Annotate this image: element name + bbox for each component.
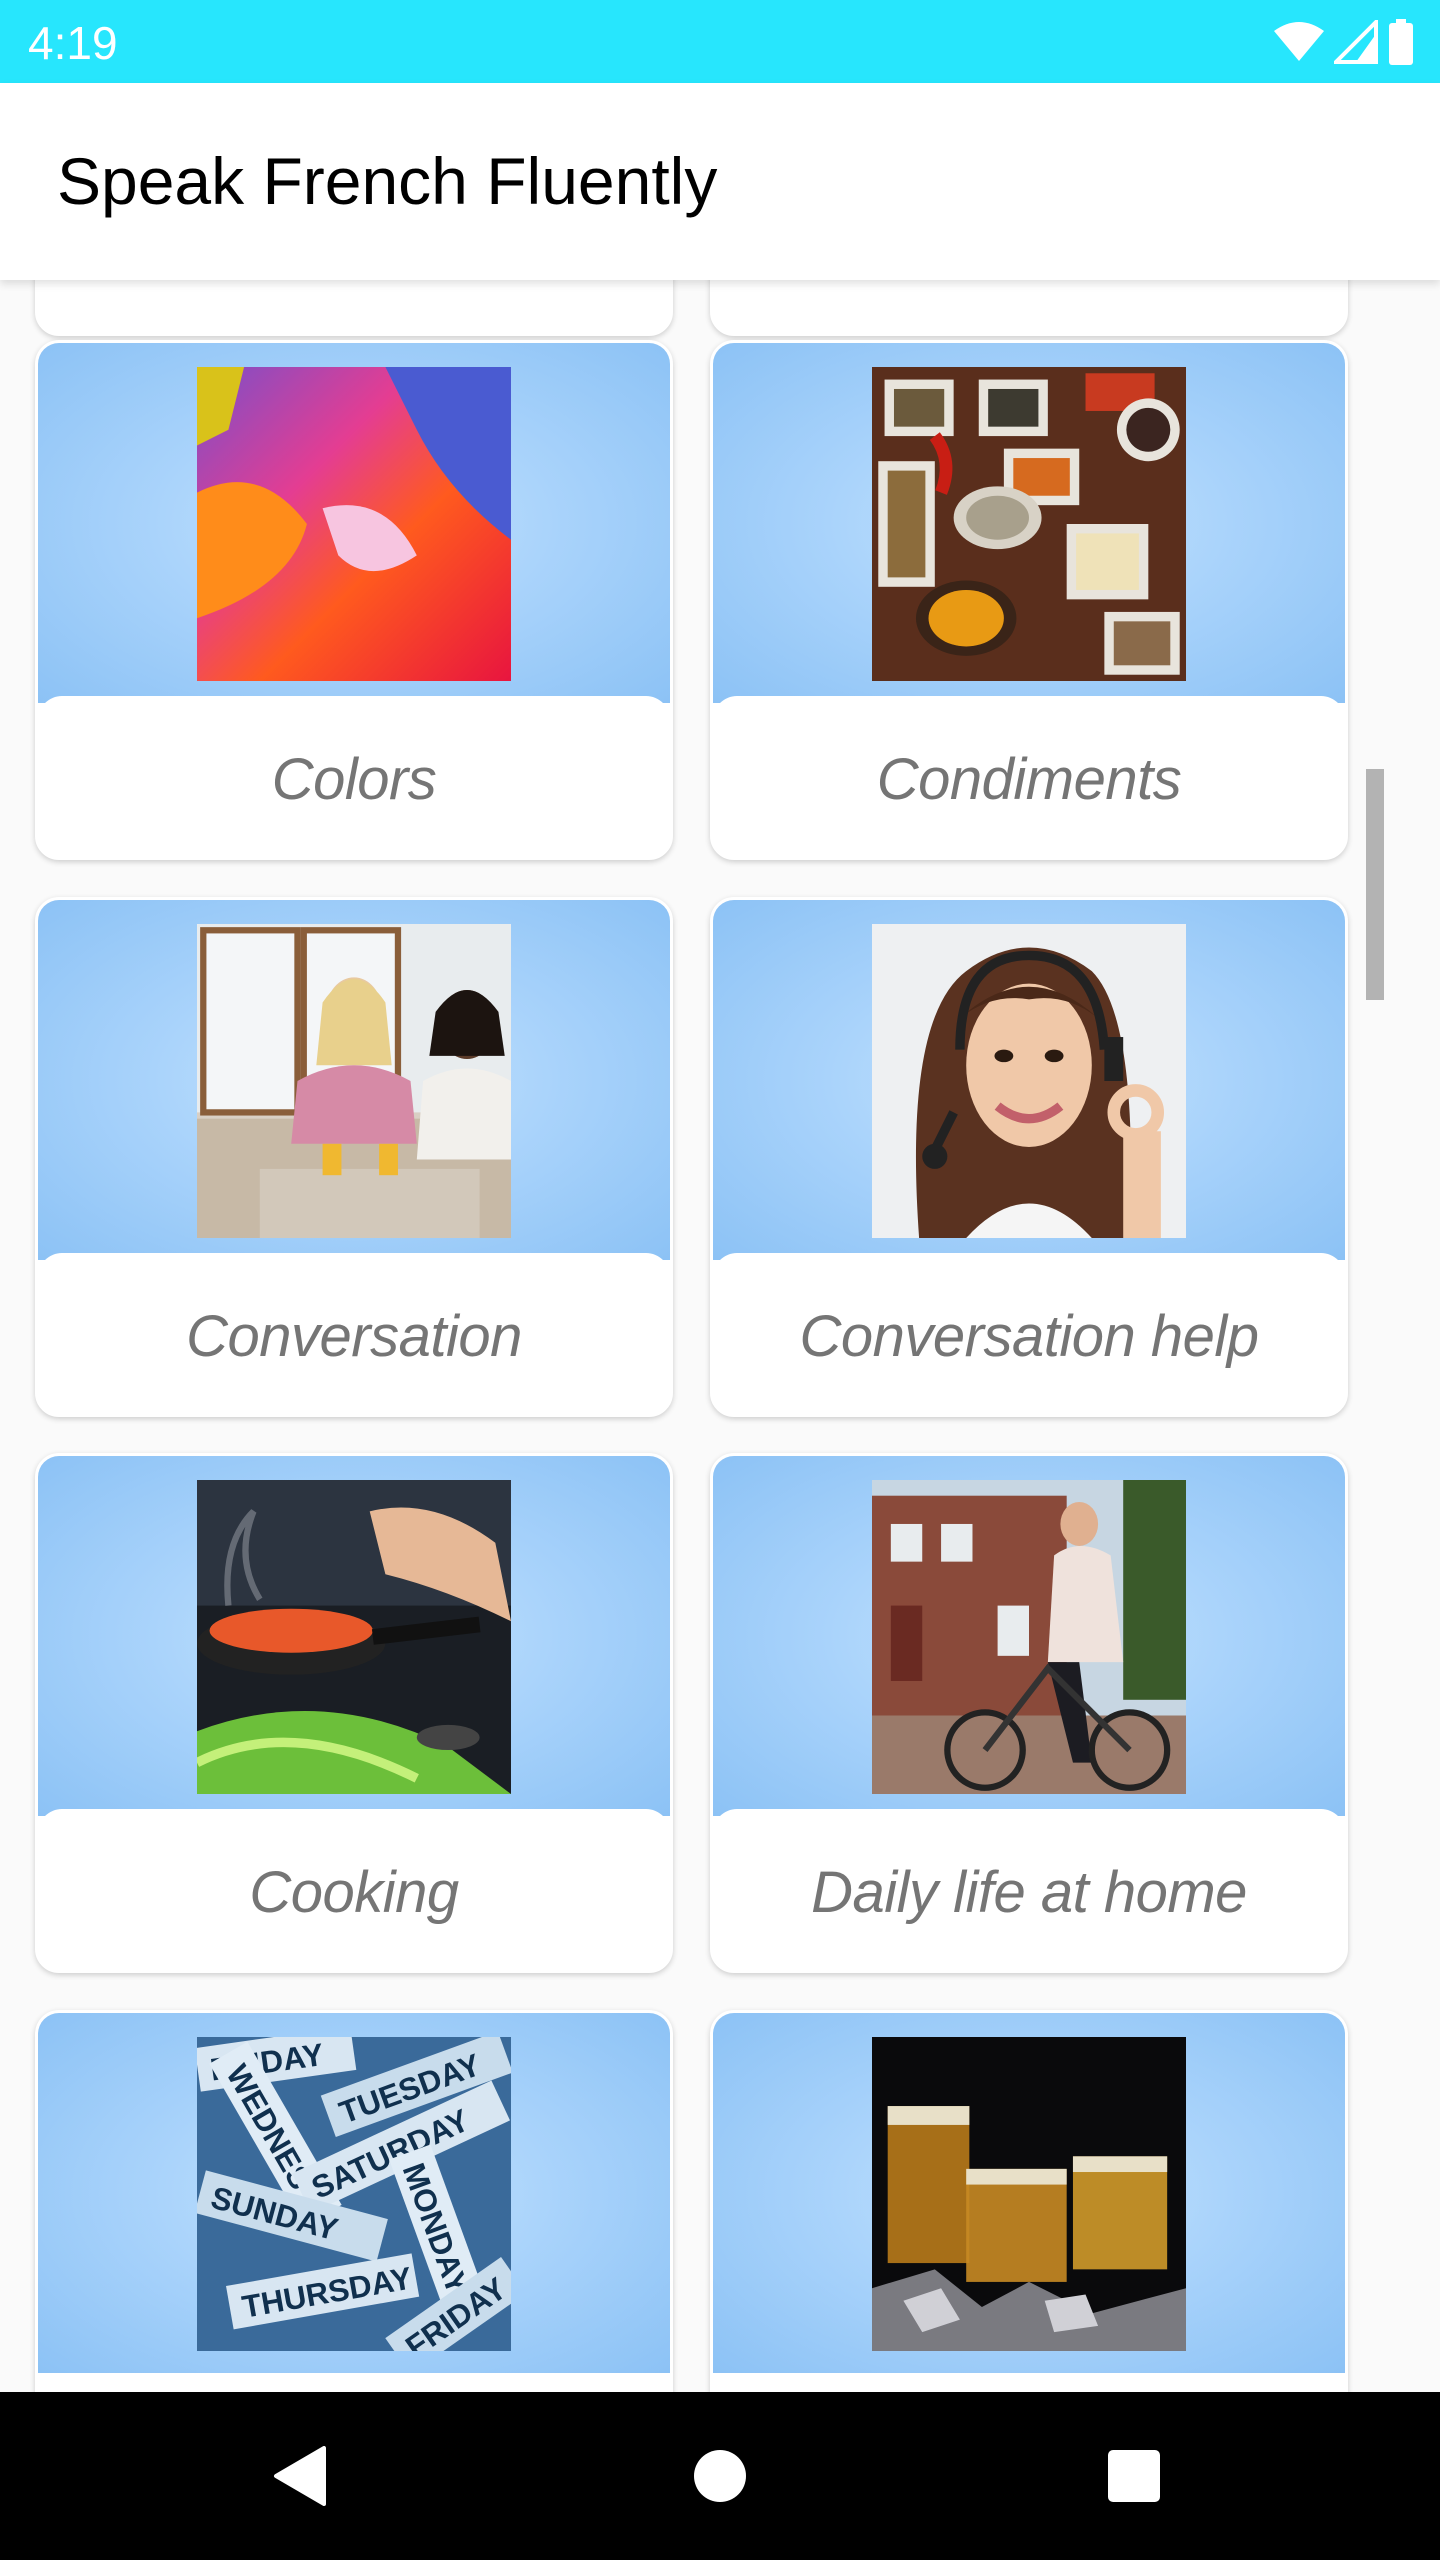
status-bar: 4:19: [0, 0, 1440, 83]
scrollbar[interactable]: [1366, 769, 1384, 1000]
category-card-condiments[interactable]: Condiments: [710, 340, 1348, 860]
category-card-colors[interactable]: Colors: [35, 340, 673, 860]
cooking-image: [197, 1480, 511, 1794]
category-label: Daily life at home: [811, 1860, 1247, 1925]
category-card-daily-life-at-home[interactable]: Daily life at home: [710, 1453, 1348, 1973]
category-card-conversation[interactable]: Conversation: [35, 897, 673, 1417]
category-card-weekdays[interactable]: FRIDAY TUESDAY WEDNES SATURDAY SUNDAY MO…: [35, 2010, 673, 2392]
back-icon: [274, 2446, 326, 2506]
category-label: Conversation help: [799, 1304, 1259, 1369]
condiments-image: [872, 367, 1186, 681]
home-button[interactable]: [636, 2392, 804, 2560]
app-bar: Speak French Fluently: [0, 83, 1440, 280]
daily-life-image: [872, 1480, 1186, 1794]
recents-button[interactable]: [1050, 2392, 1218, 2560]
conversation-image: [197, 924, 511, 1238]
category-card-partial-left[interactable]: [35, 280, 673, 336]
category-card-drinks[interactable]: [710, 2010, 1348, 2392]
status-time: 4:19: [28, 17, 118, 69]
wifi-icon: [1274, 22, 1324, 61]
weekdays-image: FRIDAY TUESDAY WEDNES SATURDAY SUNDAY MO…: [197, 2037, 511, 2351]
page-title: Speak French Fluently: [57, 144, 718, 218]
navigation-bar: [0, 2392, 1440, 2560]
back-button[interactable]: [216, 2392, 384, 2560]
category-grid[interactable]: Colors Condiments Conversation Conversat…: [0, 280, 1440, 2392]
conversation-help-image: [872, 924, 1186, 1238]
category-label: Condiments: [876, 747, 1182, 812]
category-card-partial-right[interactable]: [710, 280, 1348, 336]
colors-image: [197, 367, 511, 681]
battery-icon: [1389, 19, 1413, 65]
category-card-conversation-help[interactable]: Conversation help: [710, 897, 1348, 1417]
category-label: Cooking: [249, 1860, 459, 1925]
cell-signal-icon: [1334, 20, 1378, 64]
category-label: Conversation: [186, 1304, 522, 1369]
drinks-image: [872, 2037, 1186, 2351]
status-icons: [1274, 18, 1414, 66]
recents-icon: [1108, 2450, 1160, 2502]
home-icon: [694, 2450, 746, 2502]
category-label: Colors: [271, 747, 437, 812]
category-card-cooking[interactable]: Cooking: [35, 1453, 673, 1973]
